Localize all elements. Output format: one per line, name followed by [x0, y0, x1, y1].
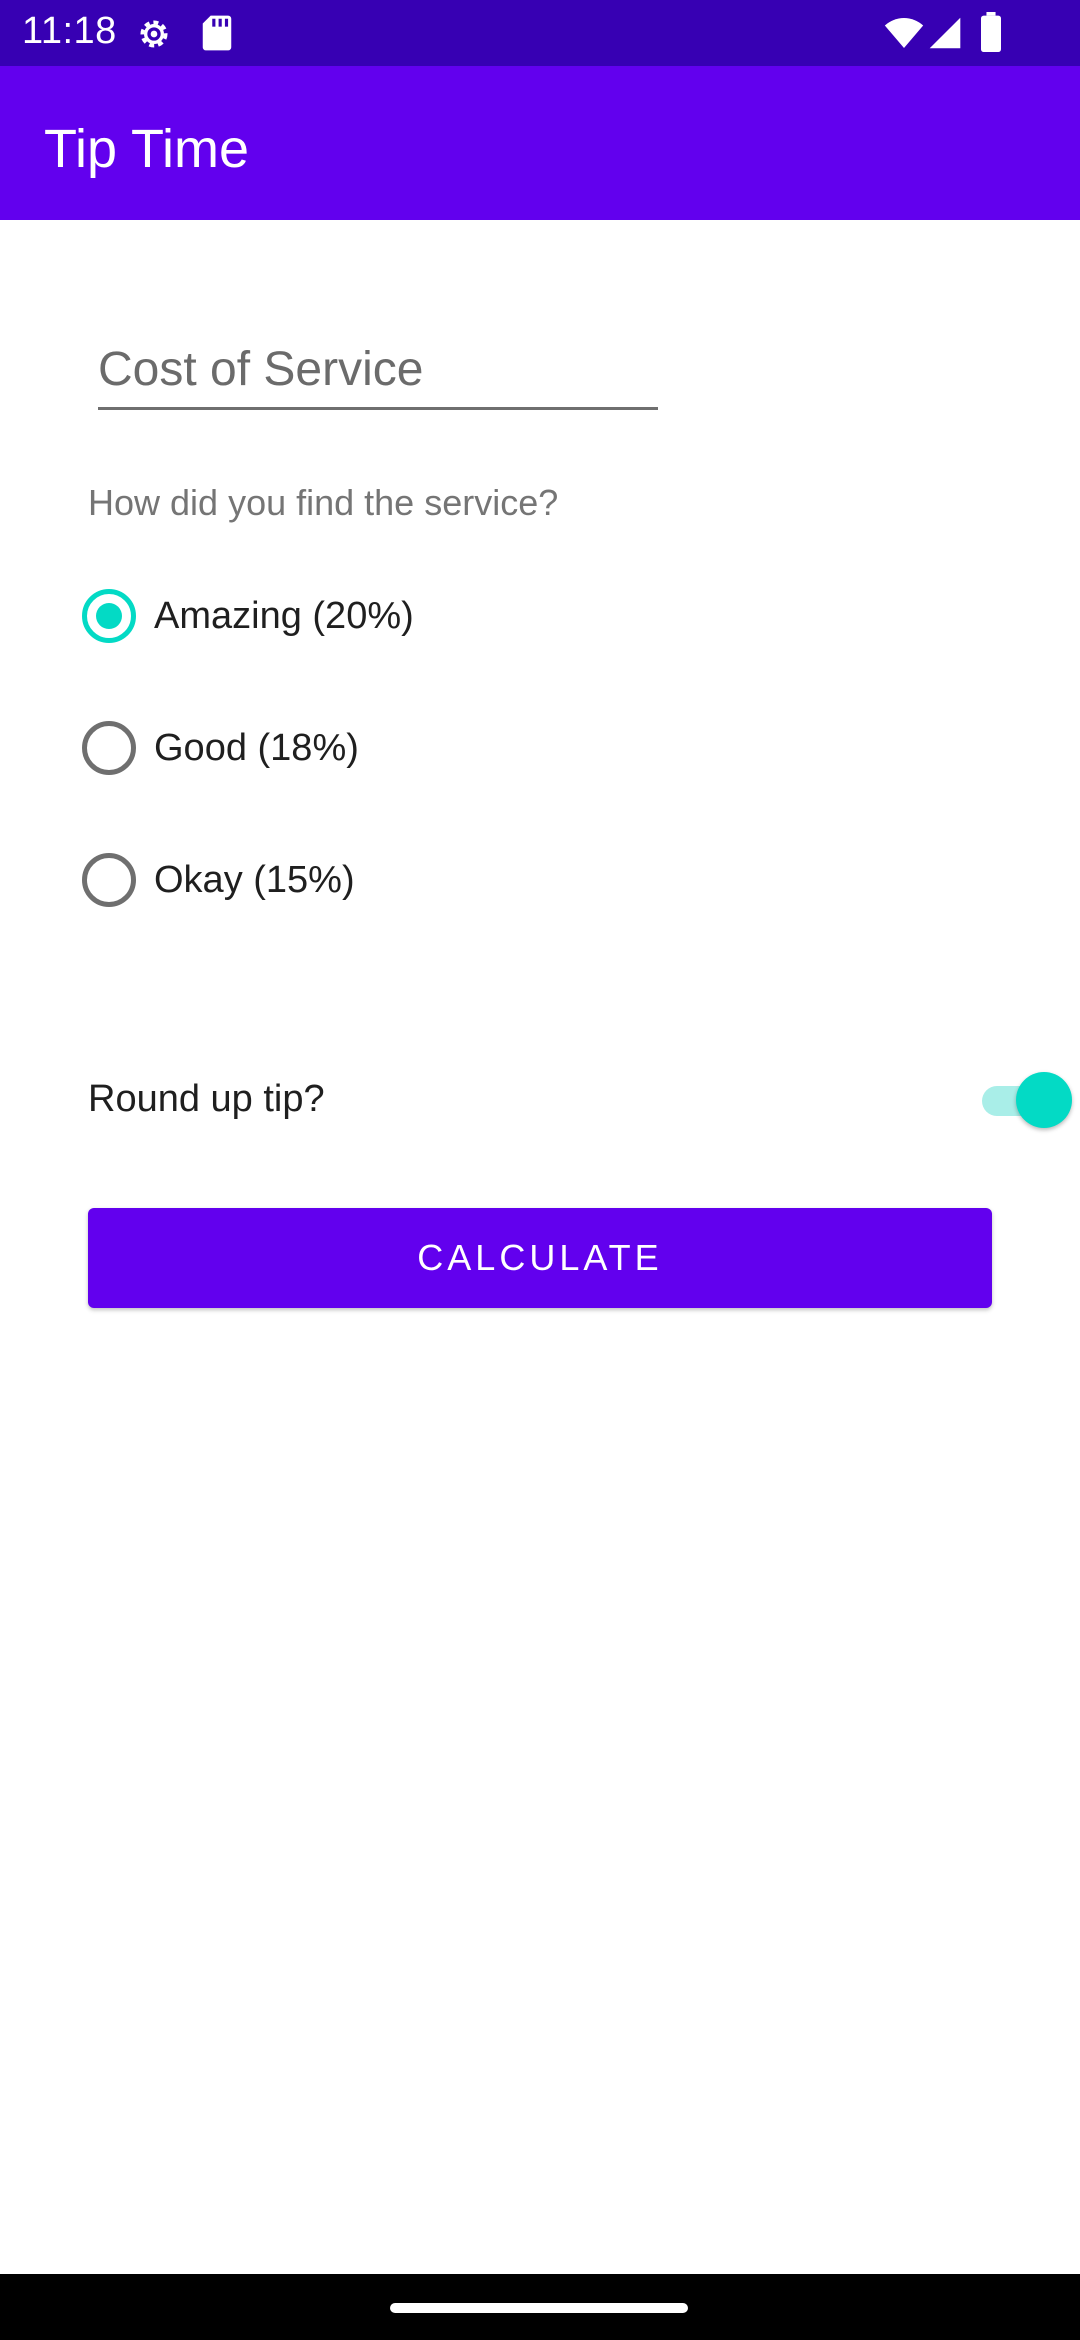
cost-of-service-input[interactable]: Cost of Service [98, 334, 658, 410]
radio-label: Amazing (20%) [154, 594, 414, 637]
status-bar: 11:18 [0, 0, 1080, 66]
home-gesture-handle[interactable] [390, 2303, 688, 2313]
service-question-label: How did you find the service? [88, 482, 559, 523]
round-up-tip-switch[interactable] [978, 1070, 1072, 1130]
sd-card-icon [200, 14, 234, 57]
radio-unchecked-icon [82, 721, 136, 775]
radio-option-good[interactable]: Good (18%) [82, 718, 359, 778]
app-bar: Tip Time [0, 66, 1080, 220]
radio-checked-icon [82, 589, 136, 643]
battery-icon [980, 12, 1002, 57]
round-up-tip-label: Round up tip? [88, 1078, 325, 1120]
radio-option-okay[interactable]: Okay (15%) [82, 850, 355, 910]
radio-unchecked-icon [82, 853, 136, 907]
settings-gear-icon [134, 14, 174, 59]
app-title: Tip Time [44, 119, 250, 179]
signal-icon [928, 16, 962, 55]
radio-label: Good (18%) [154, 726, 359, 769]
wifi-icon [884, 16, 924, 55]
radio-option-amazing[interactable]: Amazing (20%) [82, 586, 414, 646]
radio-label: Okay (15%) [154, 858, 355, 901]
switch-thumb [1016, 1072, 1072, 1128]
radio-dot [96, 603, 122, 629]
calculate-button[interactable]: CALCULATE [88, 1208, 992, 1308]
status-time: 11:18 [22, 10, 117, 52]
